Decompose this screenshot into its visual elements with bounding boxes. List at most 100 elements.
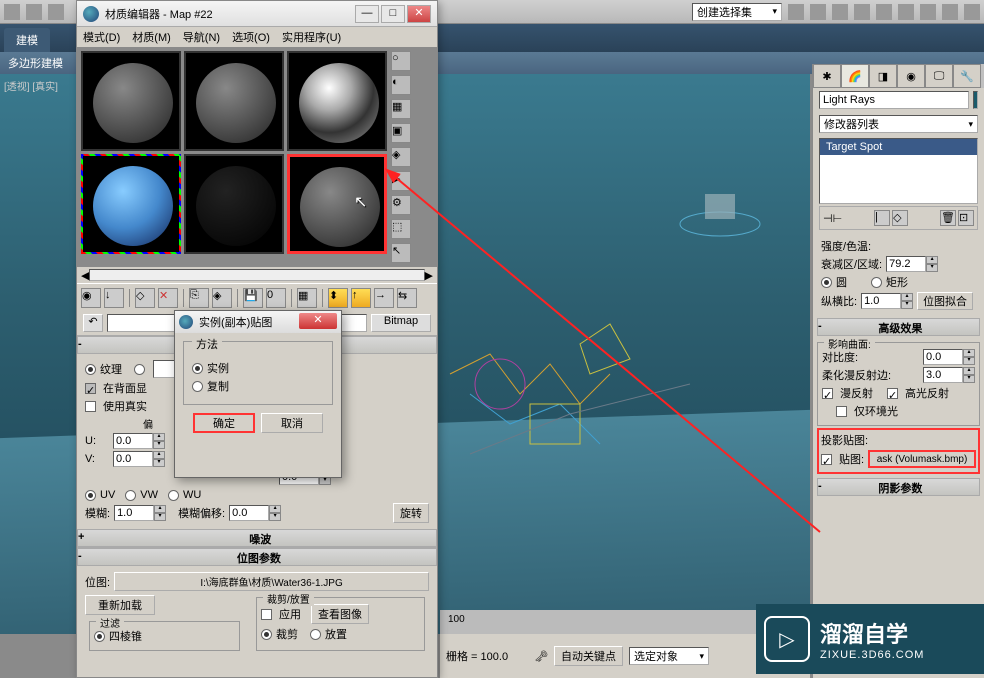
- timeline[interactable]: 100: [440, 610, 810, 634]
- maximize-button[interactable]: □: [381, 5, 405, 23]
- go-forward-icon[interactable]: →: [374, 288, 394, 308]
- reload-button[interactable]: 重新加载: [85, 595, 155, 615]
- schematic-icon[interactable]: [876, 4, 892, 20]
- ambient-only-check[interactable]: [836, 406, 847, 417]
- selection-set-dropdown[interactable]: 创建选择集: [692, 3, 782, 21]
- put-to-lib-icon[interactable]: 💾: [243, 288, 263, 308]
- mirror-icon[interactable]: [788, 4, 804, 20]
- material-type-button[interactable]: Bitmap: [371, 314, 431, 332]
- aspect-spinner[interactable]: ▴▾: [861, 293, 913, 309]
- go-sibling-icon[interactable]: ⇆: [397, 288, 417, 308]
- pin-stack-icon[interactable]: ⊣⊢: [823, 212, 842, 225]
- minimize-button[interactable]: —: [355, 5, 379, 23]
- assign-icon[interactable]: ◇: [135, 288, 155, 308]
- diffuse-check[interactable]: ✓: [822, 388, 833, 399]
- sample-type-icon[interactable]: ○: [391, 51, 411, 71]
- circle-radio[interactable]: [821, 277, 832, 288]
- layers-icon[interactable]: [832, 4, 848, 20]
- soften-spinner[interactable]: ▴▾: [923, 367, 975, 383]
- menu-utilities[interactable]: 实用程序(U): [282, 29, 341, 45]
- material-editor-titlebar[interactable]: 材质编辑器 - Map #22 — □ ✕: [77, 1, 437, 27]
- curve-editor-icon[interactable]: [854, 4, 870, 20]
- dialog-close-button[interactable]: ✕: [299, 313, 337, 329]
- show-back-check[interactable]: ✓: [85, 383, 96, 394]
- nav-back-button[interactable]: ↶: [83, 314, 103, 332]
- ok-button[interactable]: 确定: [193, 413, 255, 433]
- show-end-result-icon[interactable]: ⬍: [328, 288, 348, 308]
- utilities-tab[interactable]: 🔧: [953, 64, 981, 88]
- menu-modes[interactable]: 模式(D): [83, 29, 120, 45]
- configure-icon[interactable]: ⊡: [958, 210, 974, 226]
- instance-radio[interactable]: [192, 363, 203, 374]
- motion-tab[interactable]: ◉: [897, 64, 925, 88]
- projector-map-button[interactable]: ask (Volumask.bmp): [868, 450, 976, 468]
- texture-radio[interactable]: [85, 364, 96, 375]
- crop-radio[interactable]: [261, 629, 272, 640]
- advanced-effects-header[interactable]: -高级效果: [817, 318, 980, 336]
- menu-material[interactable]: 材质(M): [132, 29, 171, 45]
- modifier-list-dropdown[interactable]: 修改器列表: [819, 115, 978, 133]
- rect-radio[interactable]: [871, 277, 882, 288]
- dialog-titlebar[interactable]: 实例(副本)贴图 ✕: [175, 311, 341, 333]
- close-button[interactable]: ✕: [407, 5, 431, 23]
- key-filter-dropdown[interactable]: 选定对象: [629, 647, 709, 665]
- render-setup-icon[interactable]: [920, 4, 936, 20]
- matid-icon[interactable]: 0: [266, 288, 286, 308]
- render-icon[interactable]: [964, 4, 980, 20]
- object-color-swatch[interactable]: [973, 91, 978, 109]
- key-icon[interactable]: 🗝: [534, 650, 548, 663]
- display-tab[interactable]: 🖵: [925, 64, 953, 88]
- material-slot-5[interactable]: [184, 154, 284, 254]
- v-offset-spinner[interactable]: ▴▾: [113, 451, 183, 467]
- specular-check[interactable]: ✓: [887, 388, 898, 399]
- menu-options[interactable]: 选项(O): [232, 29, 270, 45]
- bitmap-fit-button[interactable]: 位图拟合: [917, 292, 973, 310]
- arrow-icon[interactable]: [4, 4, 20, 20]
- noise-header[interactable]: +噪波: [77, 529, 437, 547]
- create-tab[interactable]: ✱: [813, 64, 841, 88]
- environ-radio[interactable]: [134, 364, 145, 375]
- uv-radio[interactable]: [85, 490, 96, 501]
- material-slot-4[interactable]: [81, 154, 181, 254]
- map-check[interactable]: ✓: [821, 454, 832, 465]
- u-offset-spinner[interactable]: ▴▾: [113, 433, 183, 449]
- make-preview-icon[interactable]: ▶: [391, 171, 411, 191]
- align-icon[interactable]: [810, 4, 826, 20]
- remove-mod-icon[interactable]: 🗑: [940, 210, 956, 226]
- select-by-mat-icon[interactable]: ⬚: [391, 219, 411, 239]
- show-end-icon[interactable]: |: [874, 210, 890, 226]
- pyramidal-radio[interactable]: [94, 631, 105, 642]
- show-map-icon[interactable]: ▦: [297, 288, 317, 308]
- blur-offset-spinner[interactable]: ▴▾: [229, 505, 281, 521]
- go-parent-icon[interactable]: ↑: [351, 288, 371, 308]
- material-slot-6[interactable]: [287, 154, 387, 254]
- material-slot-2[interactable]: [184, 51, 284, 151]
- make-unique-icon[interactable]: ◈: [212, 288, 232, 308]
- contrast-spinner[interactable]: ▴▾: [923, 349, 975, 365]
- hierarchy-tab[interactable]: ◨: [869, 64, 897, 88]
- slots-scrollbar[interactable]: ◀▶: [77, 267, 437, 283]
- video-check-icon[interactable]: ◈: [391, 147, 411, 167]
- options-icon[interactable]: ⚙: [391, 195, 411, 215]
- material-editor-icon[interactable]: [898, 4, 914, 20]
- wu-radio[interactable]: [168, 490, 179, 501]
- blur-spinner[interactable]: ▴▾: [114, 505, 166, 521]
- sample-uv-icon[interactable]: ▣: [391, 123, 411, 143]
- object-name-input[interactable]: [819, 91, 969, 109]
- modifier-stack[interactable]: Target Spot: [819, 138, 978, 204]
- place-radio[interactable]: [310, 629, 321, 640]
- make-unique-mod-icon[interactable]: ◇: [892, 210, 908, 226]
- select-icon[interactable]: [26, 4, 42, 20]
- shadow-params-header[interactable]: -阴影参数: [817, 478, 980, 496]
- delete-icon[interactable]: ✕: [158, 288, 178, 308]
- view-image-button[interactable]: 查看图像: [311, 604, 369, 624]
- material-slot-3[interactable]: [287, 51, 387, 151]
- modify-tab[interactable]: 🌈: [841, 64, 869, 88]
- apply-check[interactable]: [261, 609, 272, 620]
- tab-modeling[interactable]: 建模: [4, 28, 50, 52]
- cancel-button[interactable]: 取消: [261, 413, 323, 433]
- auto-key-button[interactable]: 自动关键点: [554, 646, 623, 666]
- vw-radio[interactable]: [125, 490, 136, 501]
- pick-icon[interactable]: ↖: [391, 243, 411, 263]
- modifier-target-spot[interactable]: Target Spot: [820, 139, 977, 155]
